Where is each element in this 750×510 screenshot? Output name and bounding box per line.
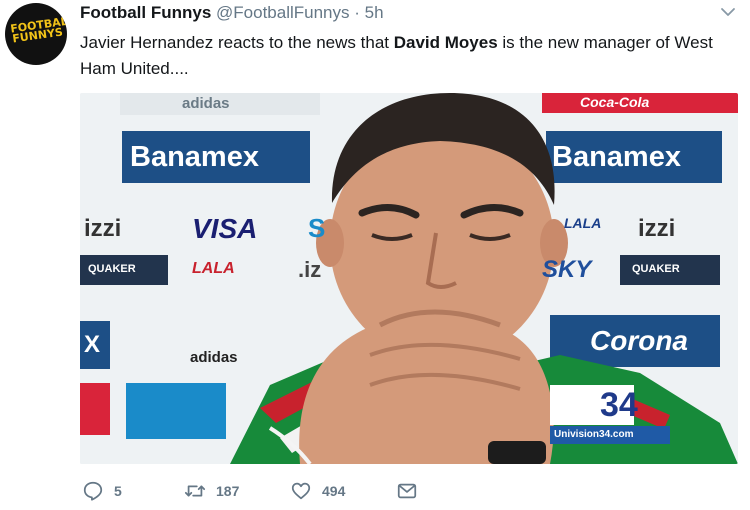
tweet-text: Javier Hernandez reacts to the news that… xyxy=(80,30,730,82)
author-handle[interactable]: @FootballFunnys xyxy=(216,3,350,22)
heart-icon xyxy=(291,482,311,500)
sponsor-lala-left: LALA xyxy=(192,260,235,277)
chevron-down-icon[interactable] xyxy=(720,6,736,18)
tweet-text-mention: David Moyes xyxy=(393,33,498,52)
author-name[interactable]: Football Funnys xyxy=(80,3,211,22)
univision-url: Univision34.com xyxy=(554,429,634,440)
like-count: 494 xyxy=(322,483,346,499)
sponsor-iz-partial: .iz xyxy=(298,257,322,282)
sponsor-x-partial: X xyxy=(84,331,101,358)
like-button[interactable]: 494 xyxy=(290,478,345,504)
sponsor-coca-cola: Coca-Cola xyxy=(580,94,650,110)
sponsor-izzi-left: izzi xyxy=(84,215,122,242)
tweet-timestamp[interactable]: 5h xyxy=(365,3,384,22)
direct-message-button[interactable] xyxy=(396,478,428,504)
sponsor-banamex-left: Banamex xyxy=(130,141,259,173)
sponsor-adidas-top: adidas xyxy=(182,95,230,112)
sponsor-adidas-bottom: adidas xyxy=(190,349,238,366)
sponsor-izzi-right: izzi xyxy=(638,215,676,242)
sponsor-quaker-left: QUAKER xyxy=(88,263,136,275)
sponsor-quaker-right: QUAKER xyxy=(632,263,680,275)
retweet-count: 187 xyxy=(216,483,240,499)
avatar[interactable]: FOOTBALL FUNNYS xyxy=(5,3,67,65)
retweet-icon xyxy=(184,485,206,497)
tweet-actions: 5 187 494 xyxy=(80,478,480,504)
sponsor-corona: Corona xyxy=(590,325,688,356)
sponsor-visa: VISA xyxy=(192,213,258,244)
sponsor-s-partial: S xyxy=(308,213,326,243)
reply-button[interactable]: 5 xyxy=(82,478,122,504)
sponsor-banamex-right: Banamex xyxy=(552,141,681,173)
avatar-logo-text: FOOTBALL FUNNYS xyxy=(9,13,67,46)
tweet-text-part1: Javier Hernandez reacts to the news that xyxy=(80,33,394,52)
tweet-header: Football Funnys @FootballFunnys · 5h xyxy=(80,2,384,24)
envelope-icon xyxy=(397,483,417,499)
sponsor-sky: SKY xyxy=(542,256,592,283)
reply-count: 5 xyxy=(114,483,122,499)
retweet-button[interactable]: 187 xyxy=(184,478,239,504)
reply-icon xyxy=(83,481,103,501)
univision-channel-number: 34 xyxy=(600,386,638,424)
tweet-media-image[interactable]: adidas Coca-Cola Banamex Banamex izzi VI… xyxy=(80,93,738,464)
sponsor-lala-right: LALA xyxy=(564,215,602,231)
header-separator: · xyxy=(354,3,360,22)
